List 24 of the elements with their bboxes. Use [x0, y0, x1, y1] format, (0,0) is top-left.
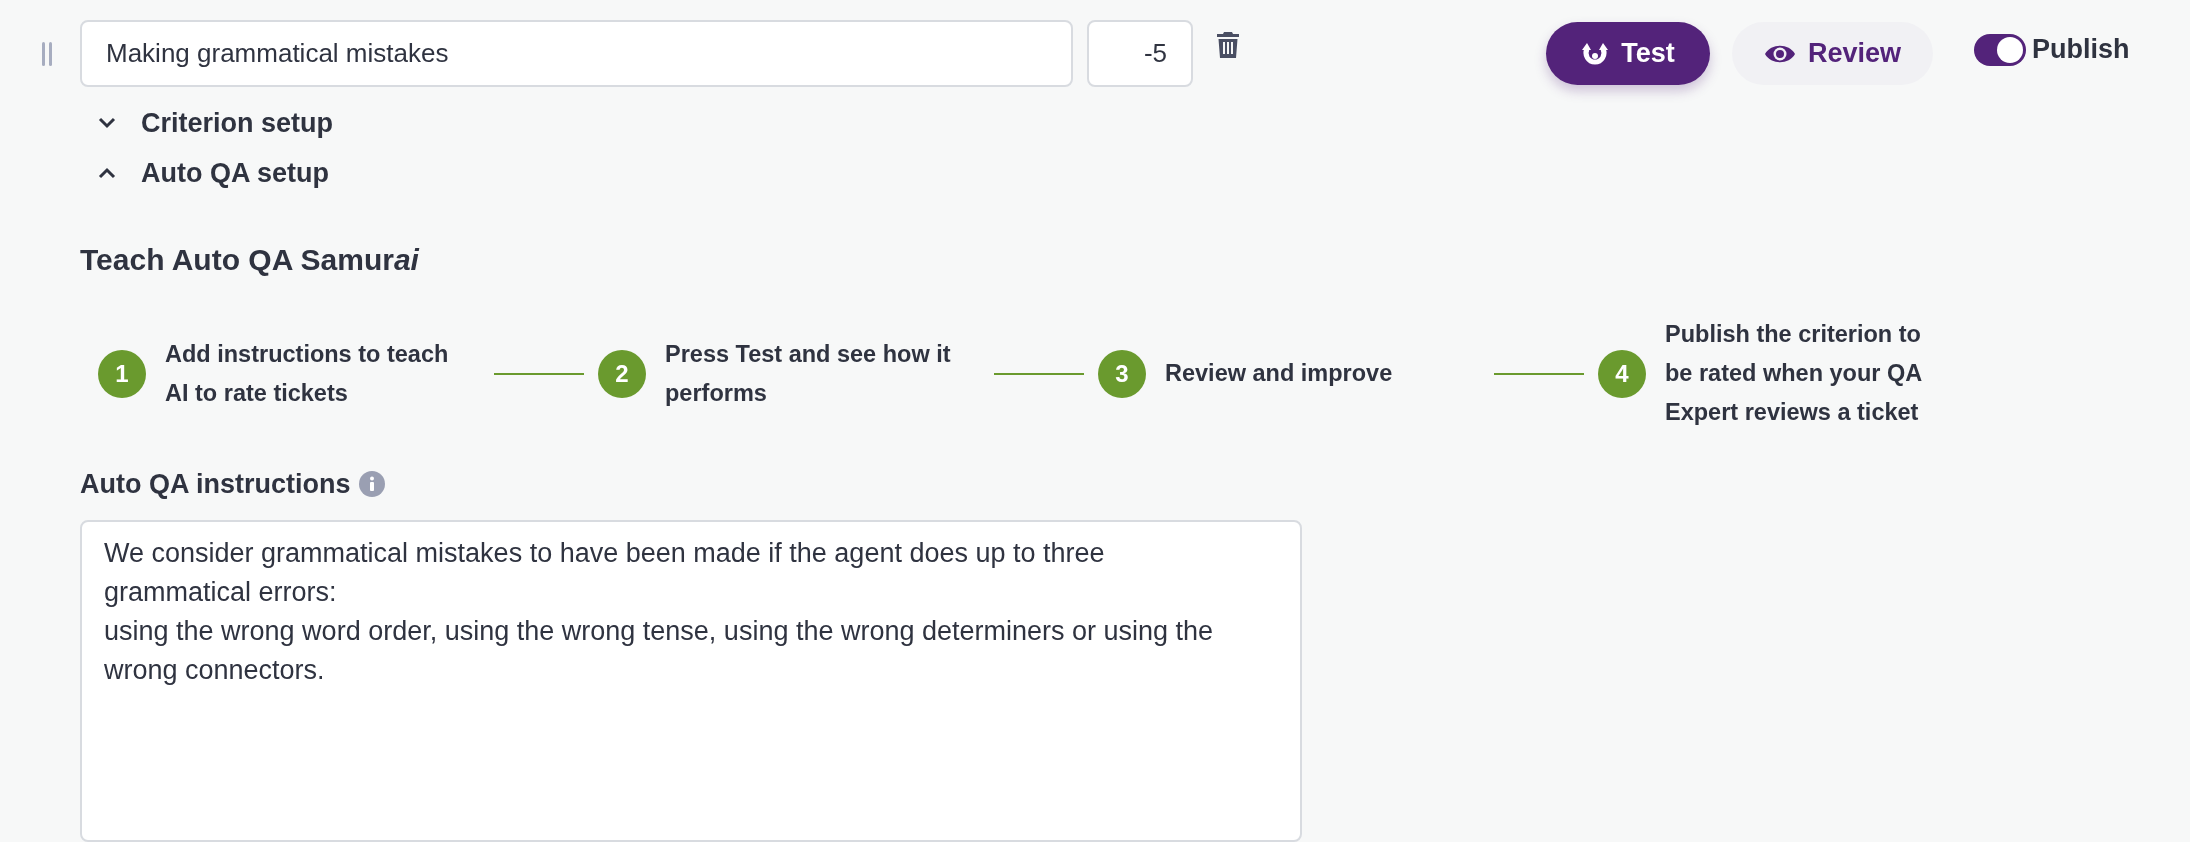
chevron-icon: [98, 117, 116, 129]
step-number: 1: [98, 349, 146, 398]
criterion-name-field[interactable]: Making grammatical mistakes: [80, 20, 1073, 87]
section-toggle[interactable]: Criterion setup: [98, 107, 334, 139]
info-icon[interactable]: [358, 471, 385, 497]
publish-label: Publish: [2032, 34, 2130, 65]
test-button[interactable]: Test: [1546, 22, 1710, 85]
chevron-icon: [98, 167, 116, 179]
drag-handle-icon[interactable]: [42, 42, 52, 66]
trash-icon[interactable]: [1217, 31, 1239, 58]
publish-toggle[interactable]: [1974, 33, 2026, 66]
instructions-field[interactable]: We consider grammatical mistakes to have been made if the agent does up to three grammatical errors: using the wrong word order, using the wrong tense, using the wrong determiners or using the wrong connectors.: [80, 520, 1302, 842]
section-toggle[interactable]: Auto QA setup: [98, 157, 329, 189]
step-number: 3: [1098, 349, 1146, 398]
field-label: Auto QA instructions: [80, 469, 351, 499]
step-number: 4: [1598, 349, 1646, 398]
step-text: Add instructions to teach AI to rate tickets: [165, 339, 450, 408]
section-title: Teach Auto QA Samurai: [80, 242, 421, 278]
step-text: Review and improve: [1165, 359, 1394, 388]
score-field[interactable]: -5: [1087, 20, 1193, 87]
step-number: 2: [598, 349, 646, 398]
step-text: Publish the criterion to be rated when your QA Expert reviews a ticket: [1665, 320, 1923, 427]
step-text: Press Test and see how it performs: [665, 339, 952, 408]
review-button[interactable]: Review: [1732, 22, 1933, 85]
